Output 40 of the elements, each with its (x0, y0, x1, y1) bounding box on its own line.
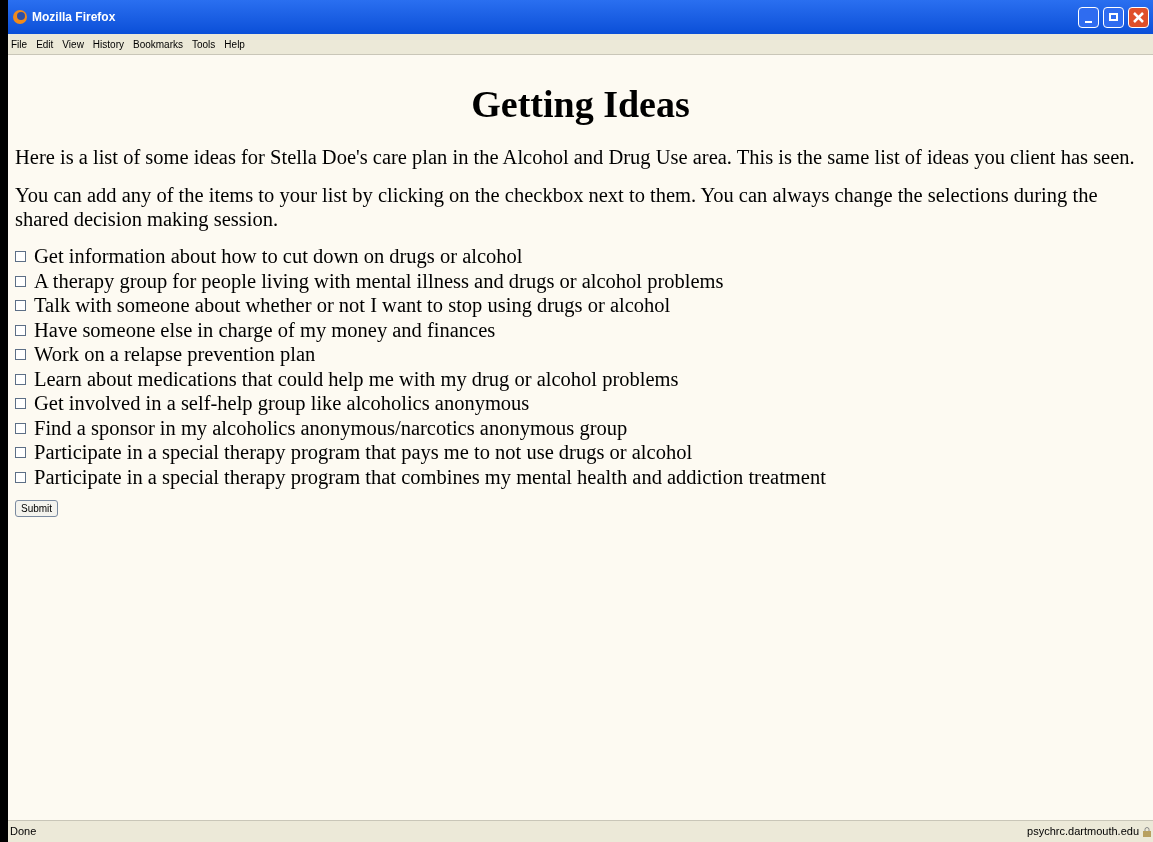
checkbox[interactable] (15, 471, 26, 483)
minimize-button[interactable] (1078, 6, 1099, 28)
checkbox-label: Participate in a special therapy program that combines my mental health and addiction treatment (34, 464, 826, 491)
menu-item[interactable]: View (62, 36, 84, 52)
checkbox[interactable] (15, 275, 26, 287)
paragraph: You can add any of the items to your list by clicking on the checkbox next to them. You can always change the selections during the shared decision making session. (15, 182, 1099, 231)
menu-item[interactable]: Edit (36, 36, 54, 52)
close-button[interactable] (1128, 6, 1149, 28)
checkbox[interactable] (15, 251, 26, 263)
checkbox-label: A therapy group for people living with mental illness and drugs or alcohol problems (34, 268, 724, 295)
submit-button[interactable]: Submit (15, 499, 59, 517)
lock-icon (1143, 826, 1151, 837)
checkbox-label: Find a sponsor in my alcoholics anonymous/narcotics anonymous group (34, 415, 628, 442)
page-heading: Getting Ideas (470, 82, 691, 127)
menu-item[interactable]: Help (224, 36, 245, 52)
checkbox[interactable] (15, 300, 26, 312)
checkbox-label: Work on a relapse prevention plan (34, 342, 316, 368)
checkbox-label: Learn about medications that could help me with my drug or alcohol problems (34, 366, 679, 393)
menu-item[interactable]: History (92, 36, 124, 52)
checkbox[interactable] (15, 373, 26, 385)
checkbox[interactable] (15, 422, 26, 434)
checkbox-label: Participate in a special therapy program that pays me to not use drugs or alcohol (34, 440, 693, 466)
checkbox[interactable] (15, 324, 26, 336)
checkbox[interactable] (15, 349, 26, 361)
checkbox-label: Get involved in a self-help group like alcoholics anonymous (34, 391, 530, 417)
restore-button[interactable] (1103, 6, 1124, 28)
paragraph: Here is a list of some ideas for Stella Doe's care plan in the Alcohol and Drug Use area. This is the same list of ideas you client has seen. (15, 144, 1136, 169)
window-title: Mozilla Firefox (32, 9, 117, 26)
menu-item[interactable]: Tools (192, 36, 216, 52)
menu-item[interactable]: Bookmarks (133, 36, 183, 52)
checkbox-label: Get information about how to cut down on drugs or alcohol (34, 244, 523, 270)
status-host: psychrc.dartmouth.edu (1027, 824, 1139, 840)
menu-item[interactable]: File (11, 36, 28, 52)
checkbox[interactable] (15, 398, 26, 410)
checkbox-label: Have someone else in charge of my money and finances (34, 317, 496, 344)
checkbox[interactable] (15, 447, 26, 459)
status-text: Done (10, 824, 37, 840)
firefox-icon (12, 9, 28, 25)
checkbox-label: Talk with someone about whether or not I want to stop using drugs or alcohol (34, 293, 671, 319)
close-icon (1133, 11, 1144, 23)
